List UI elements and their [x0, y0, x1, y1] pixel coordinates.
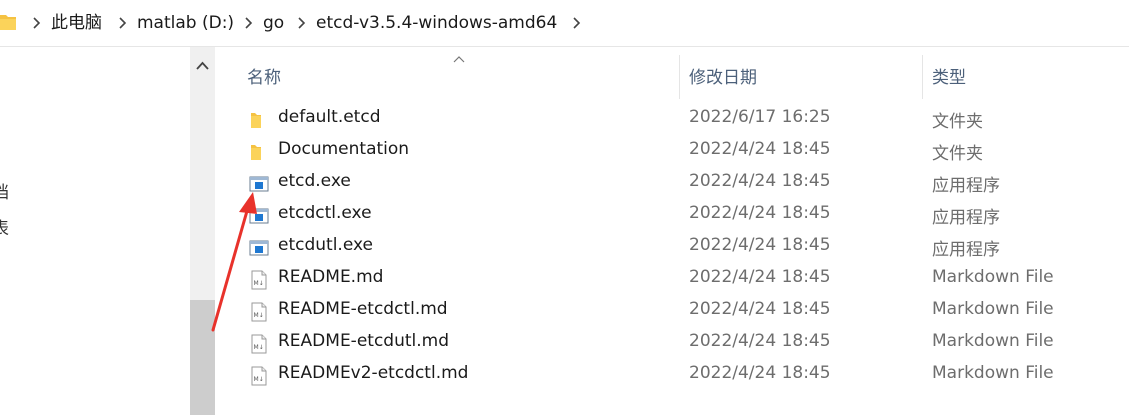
file-modified: 2022/4/24 18:45 — [689, 363, 831, 383]
chevron-right-icon[interactable] — [243, 16, 253, 30]
sort-ascending-icon — [453, 56, 465, 63]
annotation-arrow — [211, 192, 257, 332]
column-divider[interactable] — [922, 55, 923, 99]
address-bar[interactable]: 此电脑 matlab (D:) go etcd-v3.5.4-windows-a… — [0, 0, 1129, 47]
file-modified: 2022/4/24 18:45 — [689, 235, 831, 255]
file-row[interactable]: M↓ README-etcdutl.md 2022/4/24 18:45 Mar… — [216, 327, 1129, 359]
column-header-modified[interactable]: 修改日期 — [689, 63, 757, 88]
file-name: READMEv2-etcdctl.md — [278, 363, 469, 383]
folder-icon — [0, 15, 16, 30]
chevron-right-icon[interactable] — [31, 16, 41, 30]
file-type: Markdown File — [932, 331, 1054, 351]
file-row[interactable]: etcdutl.exe 2022/4/24 18:45 应用程序 — [216, 231, 1129, 263]
file-row[interactable]: Documentation 2022/4/24 18:45 文件夹 — [216, 135, 1129, 167]
nav-item-clipped[interactable]: 表 — [0, 219, 9, 239]
folder-icon — [251, 145, 261, 160]
file-row[interactable]: default.etcd 2022/6/17 16:25 文件夹 — [216, 103, 1129, 135]
file-modified: 2022/4/24 18:45 — [689, 267, 831, 287]
file-explorer-window: 此电脑 matlab (D:) go etcd-v3.5.4-windows-a… — [0, 0, 1129, 415]
file-row[interactable]: M↓ README.md 2022/4/24 18:45 Markdown Fi… — [216, 263, 1129, 295]
folder-icon — [251, 113, 261, 128]
breadcrumb-go[interactable]: go — [263, 10, 284, 36]
file-name: README-etcdctl.md — [278, 299, 448, 319]
nav-item-clipped[interactable]: 档 — [0, 183, 9, 203]
file-type: Markdown File — [932, 299, 1054, 319]
file-name: README.md — [278, 267, 384, 287]
file-modified: 2022/4/24 18:45 — [689, 299, 831, 319]
file-type: 文件夹 — [932, 112, 983, 132]
svg-text:M↓: M↓ — [254, 376, 264, 383]
markdown-file-icon: M↓ — [251, 366, 267, 386]
file-modified: 2022/4/24 18:45 — [689, 331, 831, 351]
file-name: default.etcd — [278, 107, 381, 127]
svg-text:M↓: M↓ — [254, 344, 264, 351]
file-type: 文件夹 — [932, 144, 983, 164]
file-name: Documentation — [278, 139, 410, 159]
scroll-up-arrow-icon[interactable] — [196, 61, 209, 71]
file-row[interactable]: M↓ READMEv2-etcdctl.md 2022/4/24 18:45 M… — [216, 359, 1129, 391]
column-header-type[interactable]: 类型 — [932, 63, 966, 88]
file-modified: 2022/4/24 18:45 — [689, 139, 831, 159]
file-name: etcd.exe — [278, 171, 351, 191]
column-divider[interactable] — [679, 55, 680, 99]
chevron-right-icon[interactable] — [117, 16, 127, 30]
chevron-right-icon[interactable] — [296, 16, 306, 30]
file-name: etcdctl.exe — [278, 203, 372, 223]
file-modified: 2022/4/24 18:45 — [689, 203, 831, 223]
column-header-name[interactable]: 名称 — [247, 63, 281, 88]
column-header-row: 名称 修改日期 类型 — [216, 47, 1129, 101]
breadcrumb-this-pc[interactable]: 此电脑 — [51, 10, 102, 36]
file-row[interactable]: etcdctl.exe 2022/4/24 18:45 应用程序 — [216, 199, 1129, 231]
file-name: etcdutl.exe — [278, 235, 373, 255]
file-type: 应用程序 — [932, 208, 1000, 228]
file-row[interactable]: M↓ README-etcdctl.md 2022/4/24 18:45 Mar… — [216, 295, 1129, 327]
file-type: Markdown File — [932, 363, 1054, 383]
file-row[interactable]: etcd.exe 2022/4/24 18:45 应用程序 — [216, 167, 1129, 199]
file-type: 应用程序 — [932, 240, 1000, 260]
file-modified: 2022/6/17 16:25 — [689, 107, 831, 127]
breadcrumb-etcd-folder[interactable]: etcd-v3.5.4-windows-amd64 — [316, 10, 557, 36]
navigation-pane[interactable]: 档 表 — [0, 47, 190, 415]
file-type: 应用程序 — [932, 176, 1000, 196]
file-modified: 2022/4/24 18:45 — [689, 171, 831, 191]
file-name: README-etcdutl.md — [278, 331, 449, 351]
breadcrumb-drive[interactable]: matlab (D:) — [137, 10, 234, 36]
chevron-right-icon[interactable] — [571, 16, 581, 30]
file-type: Markdown File — [932, 267, 1054, 287]
